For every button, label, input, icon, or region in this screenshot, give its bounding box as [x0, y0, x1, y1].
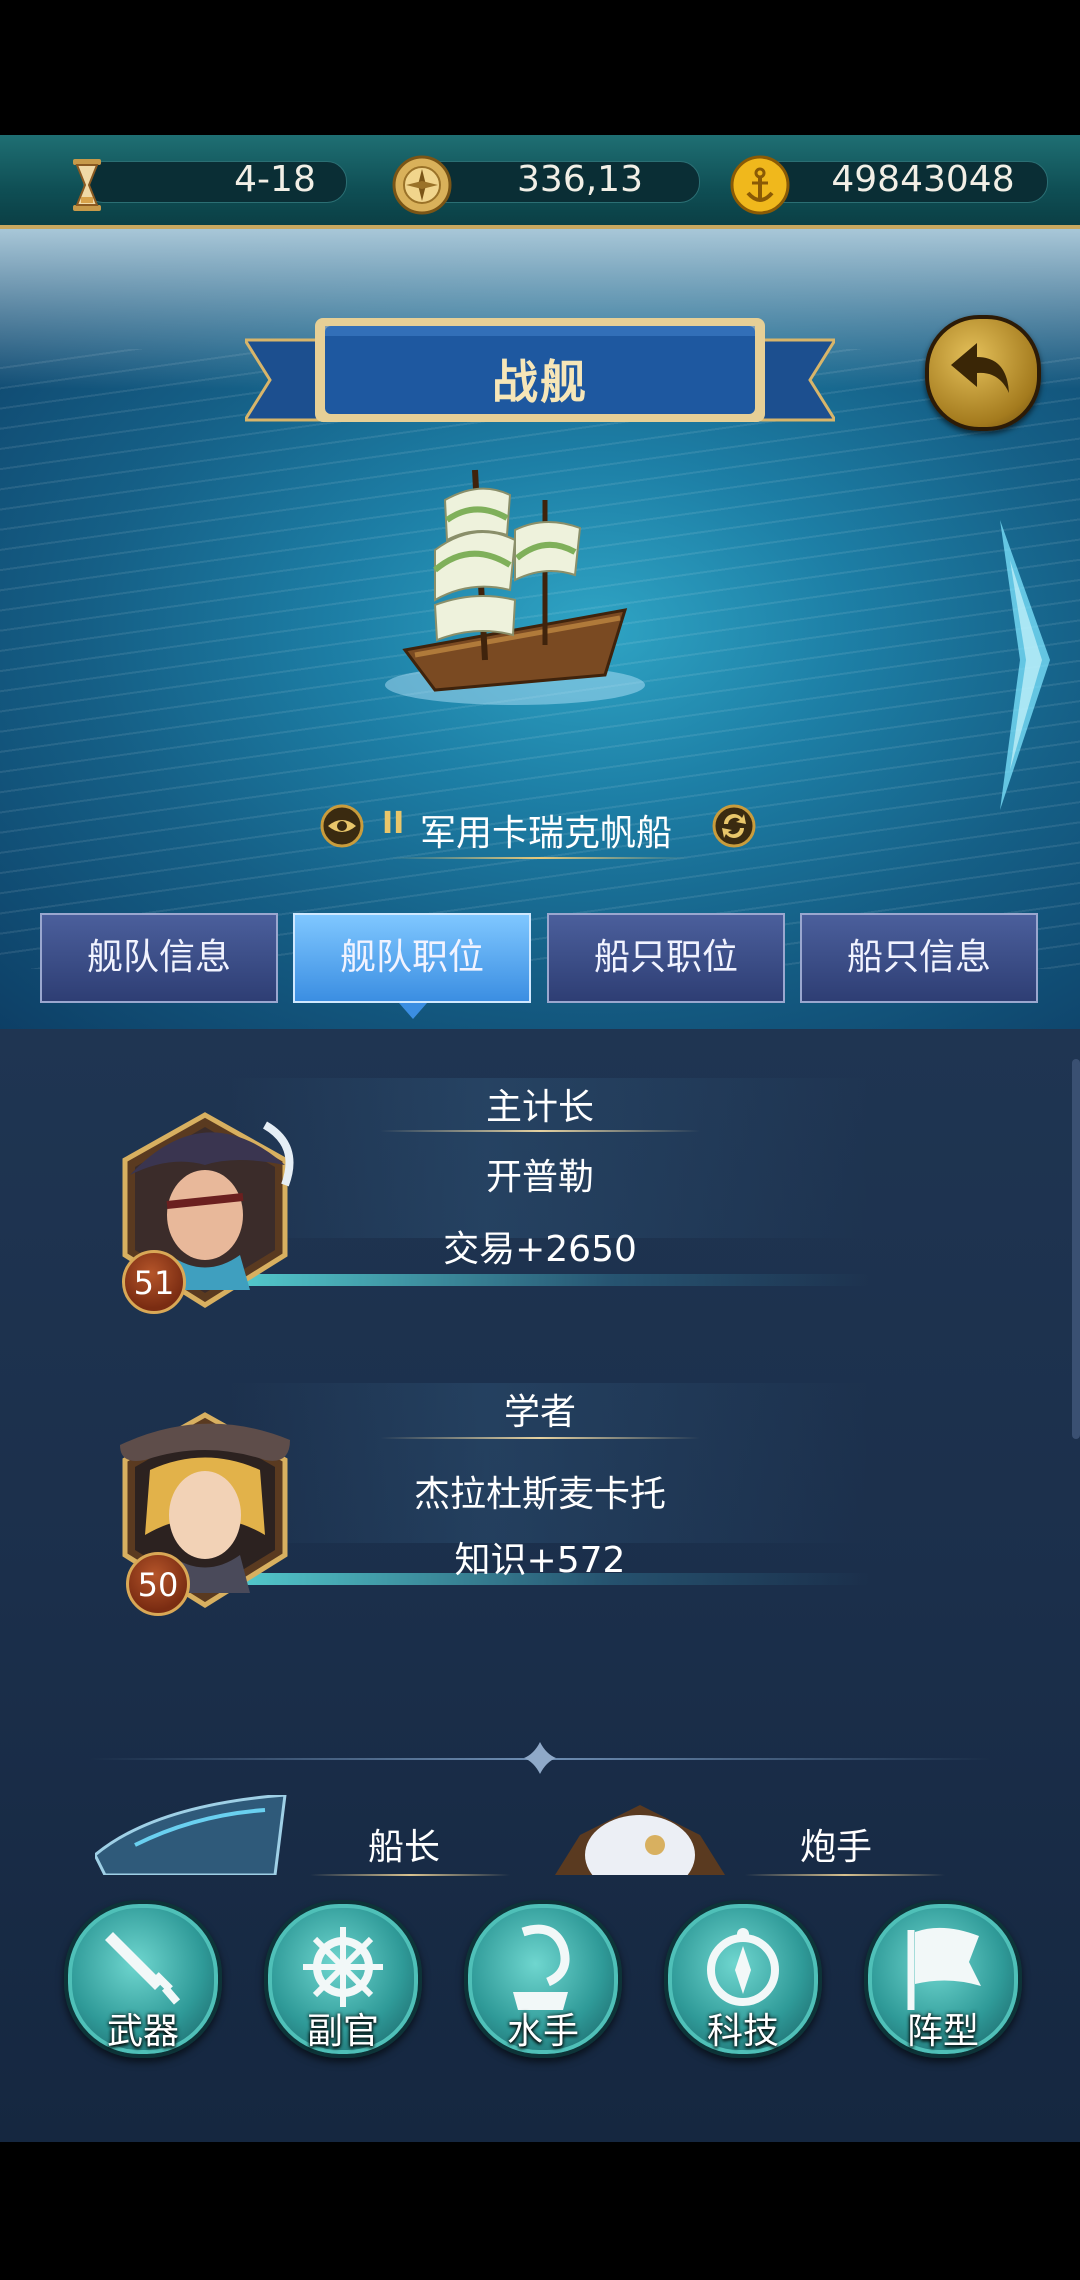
time-resource: 4-18 [55, 153, 347, 211]
tab-label: 舰队信息 [86, 937, 231, 978]
hook-icon [513, 1924, 570, 2010]
ship-illustration [385, 469, 645, 705]
compass-resource: 336,13 [390, 153, 700, 215]
weapons-button[interactable]: 武器 [64, 1900, 222, 2058]
captain-portrait-partial[interactable] [95, 1795, 295, 1875]
tab-label: 船只信息 [846, 937, 991, 978]
divider-ornament-icon [524, 1742, 556, 1774]
technology-button[interactable]: 科技 [664, 1900, 822, 2058]
ship-wheel-icon [303, 1927, 383, 2007]
action-bar: 武器 副官 水手 科技 阵型 [0, 1870, 1080, 2058]
tab-bar: 舰队信息 舰队职位 船只职位 船只信息 [0, 905, 1080, 1019]
page-title: 战舰 [492, 355, 588, 409]
navigation-bar-area [0, 2142, 1080, 2280]
eye-icon[interactable] [320, 804, 364, 848]
captain-role-label: 船长 [368, 1827, 441, 1868]
ship-name-row: II 军用卡瑞克帆船 [320, 800, 760, 859]
officer-name: 杰拉杜斯麦卡托 [413, 1474, 666, 1515]
status-bar-area [0, 0, 1080, 135]
gold-value: 49843048 [831, 159, 1015, 200]
tab-ship-positions[interactable]: 船只职位 [547, 913, 785, 1003]
gunner-portrait-partial[interactable] [555, 1805, 725, 1875]
officer-stat: 知识+572 [454, 1540, 626, 1581]
action-label: 水手 [506, 2011, 579, 2052]
gunner-role-label: 炮手 [800, 1827, 873, 1868]
level-badge: 50 [126, 1552, 190, 1616]
sword-icon [105, 1932, 181, 2005]
lieutenant-button[interactable]: 副官 [264, 1900, 422, 2058]
level-badge: 51 [122, 1250, 186, 1314]
back-arrow-icon [951, 343, 1009, 393]
active-tab-pointer [399, 1003, 427, 1019]
formation-button[interactable]: 阵型 [864, 1900, 1022, 2058]
tab-ship-info[interactable]: 船只信息 [800, 913, 1038, 1003]
action-label: 科技 [706, 2011, 779, 2052]
action-label: 副官 [306, 2011, 379, 2052]
action-label: 阵型 [906, 2011, 979, 2052]
hourglass-icon [73, 159, 101, 211]
action-label: 武器 [106, 2011, 179, 2052]
time-value: 4-18 [234, 159, 316, 200]
officer-name: 开普勒 [485, 1157, 594, 1198]
officer-role: 主计长 [485, 1087, 594, 1128]
sailors-button[interactable]: 水手 [464, 1900, 622, 2058]
compass-icon [707, 1928, 779, 2006]
next-ship-arrow-icon[interactable] [990, 520, 1060, 810]
ship-name: 军用卡瑞克帆船 [420, 813, 673, 854]
gold-resource: 49843048 [728, 153, 1048, 215]
tab-fleet-positions[interactable]: 舰队职位 [293, 913, 531, 1019]
tab-label: 船只职位 [593, 937, 738, 978]
ship-tier: II [382, 806, 405, 841]
switch-ship-icon[interactable] [712, 804, 756, 848]
flag-icon [907, 1927, 981, 2010]
compass-value: 336,13 [517, 159, 643, 200]
tab-fleet-info[interactable]: 舰队信息 [40, 913, 278, 1003]
officer-stat: 交易+2650 [443, 1229, 637, 1270]
title-banner: 战舰 [242, 310, 838, 440]
back-button[interactable] [925, 315, 1041, 431]
resource-bar: 4-18 336,13 49843048 [0, 135, 1080, 229]
officer-role: 学者 [503, 1392, 576, 1433]
anchor-coin-icon [730, 155, 790, 215]
tab-label: 舰队职位 [339, 937, 484, 978]
compass-coin-icon [392, 155, 452, 215]
